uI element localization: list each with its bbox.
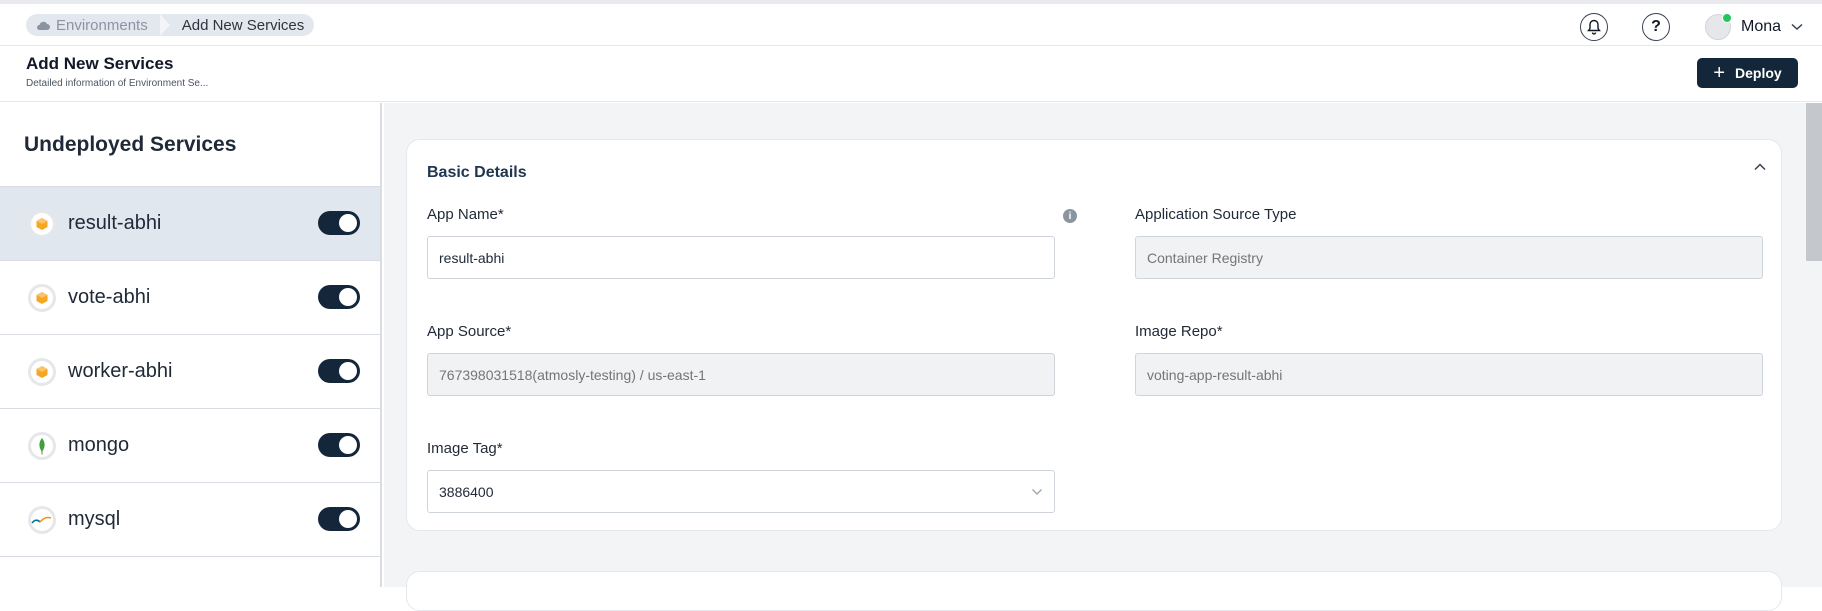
breadcrumb: Environments Add New Services [26,14,315,36]
breadcrumb-separator [159,14,174,36]
notification-button[interactable] [1580,13,1608,41]
user-menu[interactable]: Mona [1705,13,1803,41]
mysql-logo-icon [28,505,56,534]
breadcrumb-environments[interactable]: Environments [36,17,148,34]
app-source-field [427,353,1055,396]
service-item-result-abhi[interactable]: result-abhi [0,187,380,261]
service-label: mysql [68,508,121,530]
info-icon[interactable]: i [1063,209,1077,223]
services-sidebar: Undeployed Services result-abhi vote-abh… [0,103,382,587]
service-label: mongo [68,434,130,456]
service-toggle[interactable] [318,359,360,383]
avatar [1705,13,1732,40]
service-label: result-abhi [68,212,162,234]
service-list: result-abhi vote-abhi worker-abhi mongo [0,186,380,557]
source-type-field [1135,236,1763,279]
cube-icon [28,209,56,238]
breadcrumb-current: Add New Services [182,17,305,34]
page-header: Add New Services Detailed information of… [0,47,1822,102]
service-label: vote-abhi [68,286,151,308]
sidebar-title: Undeployed Services [24,133,237,156]
bell-icon [1587,19,1601,35]
service-item-worker-abhi[interactable]: worker-abhi [0,335,380,409]
cloud-icon [37,21,50,30]
service-item-mysql[interactable]: mysql [0,483,380,557]
page-subtitle: Detailed information of Environment Se..… [26,78,209,89]
deploy-button[interactable]: + Deploy [1697,58,1798,88]
top-navbar: Environments Add New Services ? Mona [0,4,1822,46]
app-source-label: App Source* [427,323,512,340]
question-icon: ? [1651,18,1661,35]
basic-details-card: Basic Details App Name* i Application So… [406,139,1782,531]
plus-icon: + [1713,62,1725,84]
source-type-label: Application Source Type [1135,206,1297,223]
card-title: Basic Details [427,164,527,181]
breadcrumb-label: Environments [56,16,148,34]
chevron-down-icon [1791,23,1803,31]
image-tag-label: Image Tag* [427,440,503,457]
page-title: Add New Services [26,54,174,73]
chevron-up-icon[interactable] [1753,162,1767,172]
breadcrumb-label: Add New Services [181,16,305,34]
cube-icon [28,283,56,312]
help-button[interactable]: ? [1642,13,1670,41]
service-label: worker-abhi [68,360,173,382]
deploy-label: Deploy [1735,65,1782,81]
cube-icon [28,357,56,386]
service-toggle[interactable] [318,285,360,309]
app-name-input[interactable] [427,236,1055,279]
service-toggle[interactable] [318,433,360,457]
mongodb-leaf-icon [28,431,56,460]
main-content: Basic Details App Name* i Application So… [384,103,1806,611]
image-repo-label: Image Repo* [1135,323,1223,340]
user-name: Mona [1741,18,1782,35]
service-toggle[interactable] [318,507,360,531]
scrollbar-thumb[interactable] [1806,103,1822,261]
app-name-label: App Name* [427,206,504,223]
service-item-vote-abhi[interactable]: vote-abhi [0,261,380,335]
service-toggle[interactable] [318,211,360,235]
chevron-down-icon [1032,488,1042,495]
image-tag-value: 3886400 [439,483,494,500]
service-item-mongo[interactable]: mongo [0,409,380,483]
image-repo-field [1135,353,1763,396]
next-section-card [406,571,1782,611]
image-tag-select[interactable]: 3886400 [427,470,1055,513]
